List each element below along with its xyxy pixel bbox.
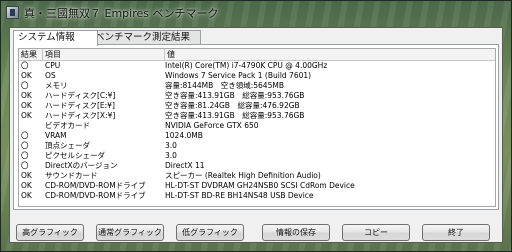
value-cell: 3.0 xyxy=(165,151,177,160)
system-info-list[interactable]: 結果 項目 値 〇 CPU Intel(R) Core(TM) i7-4790K C… xyxy=(18,48,496,207)
value-cell: Intel(R) Core(TM) i7-4790K CPU @ 4.00GHz xyxy=(165,61,328,70)
button-bar: 高グラフィック 通常グラフィック 低グラフィック 情報の保存 コピー 終了 xyxy=(10,224,504,242)
exit-button[interactable]: 終了 xyxy=(422,224,490,241)
result-cell: OK xyxy=(21,111,32,120)
list-rows: 〇 CPU Intel(R) Core(TM) i7-4790K CPU @ 4.0… xyxy=(19,61,495,201)
result-cell: 〇 xyxy=(21,131,29,140)
value-cell: 3.0 xyxy=(165,141,177,150)
result-cell: OK xyxy=(21,91,32,100)
value-cell: NVIDIA GeForce GTX 650 xyxy=(165,121,259,130)
result-cell: OK xyxy=(21,71,32,80)
title-bar[interactable]: 真・三國無双７ Empires ベンチマーク xyxy=(1,1,511,25)
result-cell: 〇 xyxy=(21,161,29,170)
value-cell: Windows 7 Service Pack 1 (Build 7601) xyxy=(165,71,312,80)
main-panel: システム情報 ベンチマーク測定結果 結果 項目 値 〇 CPU Intel(R) C… xyxy=(9,27,503,243)
value-cell: 容量:8144MB 空き領域:5645MB xyxy=(165,81,284,90)
result-cell: OK xyxy=(21,101,32,110)
tab-benchmark-results[interactable]: ベンチマーク測定結果 xyxy=(90,30,201,45)
value-cell: 空き容量:413.91GB 総容量:953.76GB xyxy=(165,111,305,120)
value-cell: スピーカー (Realtek High Definition Audio) xyxy=(165,171,321,180)
result-cell: 〇 xyxy=(21,61,29,70)
column-header-result[interactable]: 結果 xyxy=(19,49,43,60)
value-cell: DirectX 11 xyxy=(165,161,205,170)
list-item[interactable]: OK サウンドカード スピーカー (Realtek High Definition … xyxy=(19,171,495,181)
list-item[interactable]: 〇頂点シェーダ 3.0 xyxy=(19,141,495,151)
value-cell: 空き容量:81.24GB 総容量:476.92GB xyxy=(165,101,300,110)
list-item[interactable]: OK OS Windows 7 Service Pack 1 (Build 7601… xyxy=(19,71,495,81)
list-item[interactable]: 〇メモリ 容量:8144MB 空き領域:5645MB xyxy=(19,81,495,91)
copy-button[interactable]: コピー xyxy=(342,224,410,241)
column-header-item[interactable]: 項目 xyxy=(43,49,165,60)
result-cell: OK xyxy=(21,171,32,180)
result-cell: 〇 xyxy=(21,151,29,160)
list-item[interactable]: OK CD-ROM/DVD-ROMドライブ HL-DT-ST DVDRAM GH24… xyxy=(19,181,495,191)
low-graphics-button[interactable]: 低グラフィック xyxy=(176,224,244,241)
list-item[interactable]: 〇 CPU Intel(R) Core(TM) i7-4790K CPU @ 4.0… xyxy=(19,61,495,71)
window-title: 真・三國無双７ Empires ベンチマーク xyxy=(24,7,219,20)
tab-content: 結果 項目 値 〇 CPU Intel(R) Core(TM) i7-4790K C… xyxy=(13,44,499,210)
value-cell: HL-DT-ST BD-RE BH14NS48 USB Device xyxy=(165,191,314,200)
result-cell: OK xyxy=(21,191,32,200)
result-cell xyxy=(21,121,43,131)
list-header: 結果 項目 値 xyxy=(19,49,495,61)
benchmark-window: 真・三國無双７ Empires ベンチマーク システム情報 ベンチマーク測定結果… xyxy=(0,0,512,252)
column-header-value[interactable]: 値 xyxy=(165,49,495,60)
list-item[interactable]: 〇ピクセルシェーダ 3.0 xyxy=(19,151,495,161)
list-item[interactable]: 〇 DirectXのバージョン DirectX 11 xyxy=(19,161,495,171)
save-info-button[interactable]: 情報の保存 xyxy=(262,224,330,241)
list-item[interactable]: OK ハードディスク[X:¥] 空き容量:413.91GB 総容量:953.76GB xyxy=(19,111,495,121)
result-cell: 〇 xyxy=(21,81,29,90)
list-item[interactable]: OK ハードディスク[E:¥] 空き容量:81.24GB 総容量:476.92GB xyxy=(19,101,495,111)
list-item[interactable]: 〇 VRAM 1024.0MB xyxy=(19,131,495,141)
value-cell: 1024.0MB xyxy=(165,131,203,140)
value-cell: 空き容量:413.91GB 総容量:953.76GB xyxy=(165,91,305,100)
value-cell: HL-DT-ST DVDRAM GH24NSB0 SCSI CdRom Devi… xyxy=(165,181,355,190)
result-cell: 〇 xyxy=(21,141,29,150)
list-item[interactable]: OK CD-ROM/DVD-ROMドライブ HL-DT-ST BD-RE BH14N… xyxy=(19,191,495,201)
list-item[interactable]: OK ハードディスク[C:¥] 空き容量:413.91GB 総容量:953.76GB xyxy=(19,91,495,101)
tab-system-info[interactable]: システム情報 xyxy=(13,30,98,46)
result-cell: OK xyxy=(21,181,32,190)
list-item[interactable]: ビデオカード NVIDIA GeForce GTX 650 xyxy=(19,121,495,131)
app-icon xyxy=(6,6,19,19)
high-graphics-button[interactable]: 高グラフィック xyxy=(16,224,84,241)
normal-graphics-button[interactable]: 通常グラフィック xyxy=(96,224,164,241)
